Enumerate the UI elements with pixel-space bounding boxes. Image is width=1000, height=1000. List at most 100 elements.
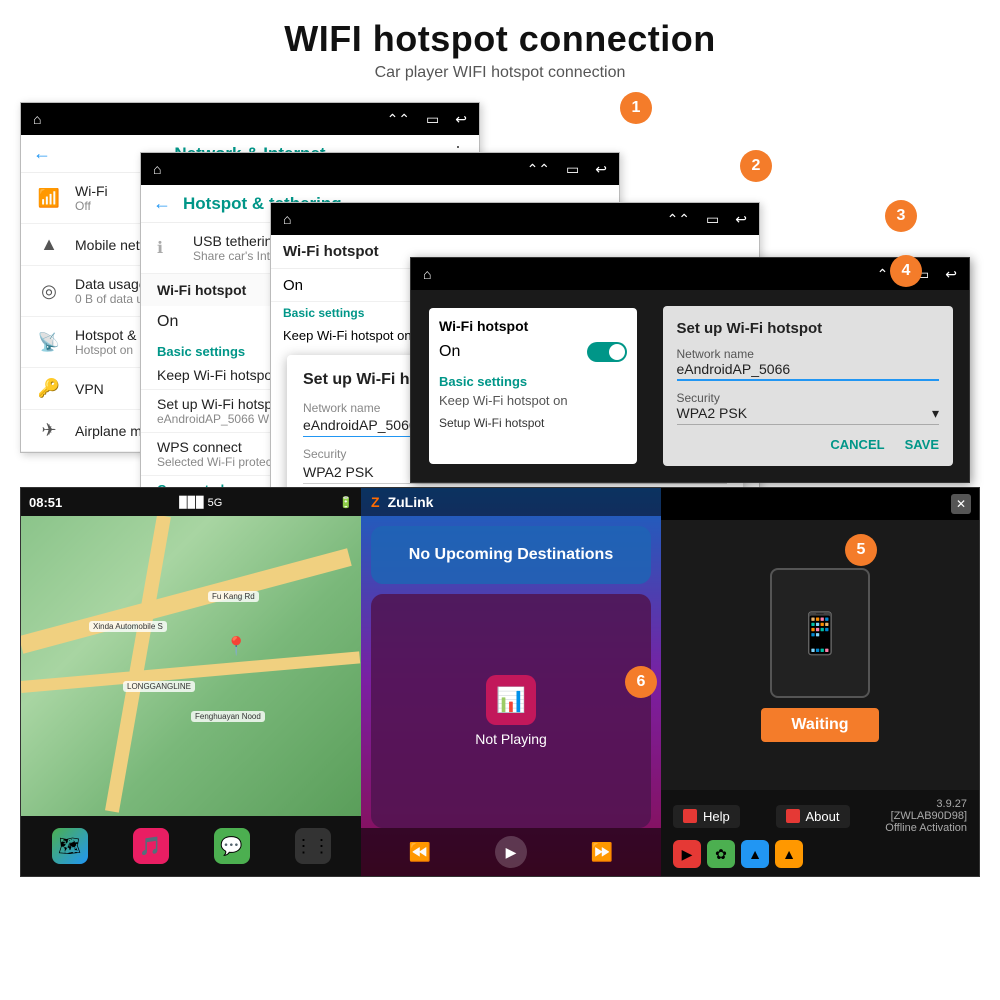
cancel-btn-4[interactable]: CANCEL	[830, 437, 884, 452]
double-chevron-icon-2[interactable]: ⌃⌃	[527, 161, 550, 178]
back-icon-4[interactable]: ↩	[945, 266, 957, 283]
messages-app-icon[interactable]: 💬	[214, 828, 250, 864]
home-icon-4[interactable]: ⌂	[423, 266, 431, 282]
help-button[interactable]: Help	[673, 805, 740, 828]
page-title: WIFI hotspot connection	[20, 18, 980, 60]
android-bar-2: ⌂ ⌃⌃ ▭ ↩	[141, 153, 619, 185]
modal-title-4: Set up Wi-Fi hotspot	[677, 320, 940, 337]
setup-label-4: Setup Wi-Fi hotspot	[439, 416, 627, 430]
step-4-badge: 4	[890, 255, 922, 287]
waiting-button[interactable]: Waiting	[761, 708, 878, 742]
on-label-3: On	[283, 277, 303, 294]
back-icon[interactable]: ↩	[455, 111, 467, 128]
carplay-dock: 🗺 🎵 💬 ⋮⋮	[21, 816, 361, 876]
vpn-icon: 🔑	[37, 378, 61, 399]
phone-display-box: 📱	[770, 568, 870, 698]
net-name-label-4: Network name	[677, 347, 940, 361]
back-icon-3[interactable]: ↩	[735, 211, 747, 228]
usb-icon: ℹ	[157, 238, 181, 258]
step-2-badge: 2	[740, 150, 772, 182]
zulink-app-4[interactable]: ▲	[775, 840, 803, 868]
zulink-logo-icon: Z	[371, 494, 380, 510]
android-bar-4: ⌂ ⌃⌃ ▭ ↩	[411, 258, 969, 290]
inner-settings-4: Wi-Fi hotspot On Basic settings Keep Wi-…	[429, 308, 637, 464]
about-icon	[786, 809, 800, 823]
zulink-phone-area: 📱 Waiting	[661, 520, 979, 790]
sec-val-4[interactable]: WPA2 PSK ▾	[677, 405, 940, 425]
save-btn-4[interactable]: SAVE	[905, 437, 939, 452]
home-icon[interactable]: ⌂	[33, 111, 41, 127]
signal-icon: ▲	[37, 234, 61, 255]
map-background: Xinda Automobile S LONGGANGLINE Fu Kang …	[21, 516, 361, 816]
map-label-2: LONGGANGLINE	[123, 681, 195, 692]
no-destinations-card: No Upcoming Destinations	[371, 526, 651, 584]
back-arrow-2[interactable]: ←	[153, 193, 171, 214]
toggle-switch-4[interactable]	[587, 342, 627, 362]
activation-status: Offline Activation	[885, 822, 967, 834]
back-icon-2[interactable]: ↩	[595, 161, 607, 178]
help-about-row: Help About 3.9.27 [ZWLAB90D98] Offline A…	[673, 798, 967, 834]
carplay-map: 08:51 ▉▉▉ 5G 🔋 Xinda Automobile S LONGGA…	[21, 488, 361, 876]
android-bar-1: ⌂ ⌃⌃ ▭ ↩	[21, 103, 479, 135]
sec-label-4: Security	[677, 391, 940, 405]
nav-icons-2: ⌃⌃ ▭ ↩	[527, 161, 607, 178]
grid-app-icon[interactable]: ⋮⋮	[295, 828, 331, 864]
version-number: 3.9.27	[936, 798, 967, 810]
phone-device-icon: 📱	[795, 610, 845, 657]
double-chevron-icon-3[interactable]: ⌃⌃	[667, 211, 690, 228]
music-icon: 📊	[486, 675, 536, 725]
zulink-app-3[interactable]: ▲	[741, 840, 769, 868]
play-button[interactable]: ▶	[495, 836, 527, 868]
vpn-label: VPN	[75, 381, 104, 397]
about-button[interactable]: About	[776, 805, 850, 828]
hotspot-icon: 📡	[37, 332, 61, 353]
playback-controls: ⏪ ▶ ⏩	[361, 828, 661, 876]
rewind-button[interactable]: ⏪	[409, 842, 431, 863]
square-icon[interactable]: ▭	[426, 111, 439, 128]
on-text: On	[157, 313, 178, 331]
home-icon-2[interactable]: ⌂	[153, 161, 161, 177]
step-5-badge: 5	[845, 534, 877, 566]
not-playing-text: Not Playing	[475, 731, 547, 747]
equalizer-icon: 📊	[496, 686, 526, 715]
close-icon-zulink[interactable]: ✕	[951, 494, 971, 514]
airplane-icon: ✈	[37, 420, 61, 441]
zulink-app-2[interactable]: ✿	[707, 840, 735, 868]
zulink-app-1[interactable]: ▶	[673, 840, 701, 868]
music-card: 📊 Not Playing	[371, 594, 651, 828]
music-app-icon[interactable]: 🎵	[133, 828, 169, 864]
basic-label-4: Basic settings	[439, 374, 627, 389]
signal-bars: ▉▉▉	[179, 497, 204, 509]
carplay-center-panel: Z ZuLink No Upcoming Destinations 📊 Not …	[361, 488, 661, 876]
maps-app-icon[interactable]: 🗺	[52, 828, 88, 864]
net-name-val-4: eAndroidAP_5066	[677, 361, 940, 381]
screen-carplay-zulink: 08:51 ▉▉▉ 5G 🔋 Xinda Automobile S LONGGA…	[20, 487, 980, 877]
version-detail: [ZWLAB90D98]	[891, 810, 967, 822]
fast-forward-button[interactable]: ⏩	[591, 842, 613, 863]
step-6-badge: 6	[625, 666, 657, 698]
map-road-3	[105, 516, 171, 813]
help-icon	[683, 809, 697, 823]
keep-row-4: Keep Wi-Fi hotspot on	[439, 389, 627, 412]
wifi-sub: Off	[75, 199, 108, 213]
version-info: 3.9.27 [ZWLAB90D98] Offline Activation	[885, 798, 967, 834]
back-arrow-1[interactable]: ←	[33, 143, 51, 164]
map-pin: 📍	[225, 636, 247, 657]
on-label-4: On	[439, 343, 460, 361]
double-chevron-icon[interactable]: ⌃⌃	[387, 111, 410, 128]
home-icon-3[interactable]: ⌂	[283, 211, 291, 227]
square-icon-3[interactable]: ▭	[706, 211, 719, 228]
android-bar-3: ⌂ ⌃⌃ ▭ ↩	[271, 203, 759, 235]
page-header: WIFI hotspot connection Car player WIFI …	[0, 0, 1000, 90]
screens-container: 1 ⌂ ⌃⌃ ▭ ↩ ← Network & Internet ⋮ 📶 Wi-F…	[20, 102, 980, 922]
status-time: 08:51	[29, 495, 62, 510]
zulink-bottom-panel: Help About 3.9.27 [ZWLAB90D98] Offline A…	[661, 790, 979, 876]
zulink-top-bar: ✕	[661, 488, 979, 520]
wifi-hotspot-label-4: Wi-Fi hotspot	[439, 318, 627, 334]
map-label-3: Fu Kang Rd	[208, 591, 259, 602]
setup-dialog-4: Set up Wi-Fi hotspot Network name eAndro…	[663, 306, 954, 466]
step-3-badge: 3	[885, 200, 917, 232]
square-icon-2[interactable]: ▭	[566, 161, 579, 178]
chevron-down-icon-4: ▾	[932, 405, 939, 422]
wifi-icon: 📶	[37, 188, 61, 209]
